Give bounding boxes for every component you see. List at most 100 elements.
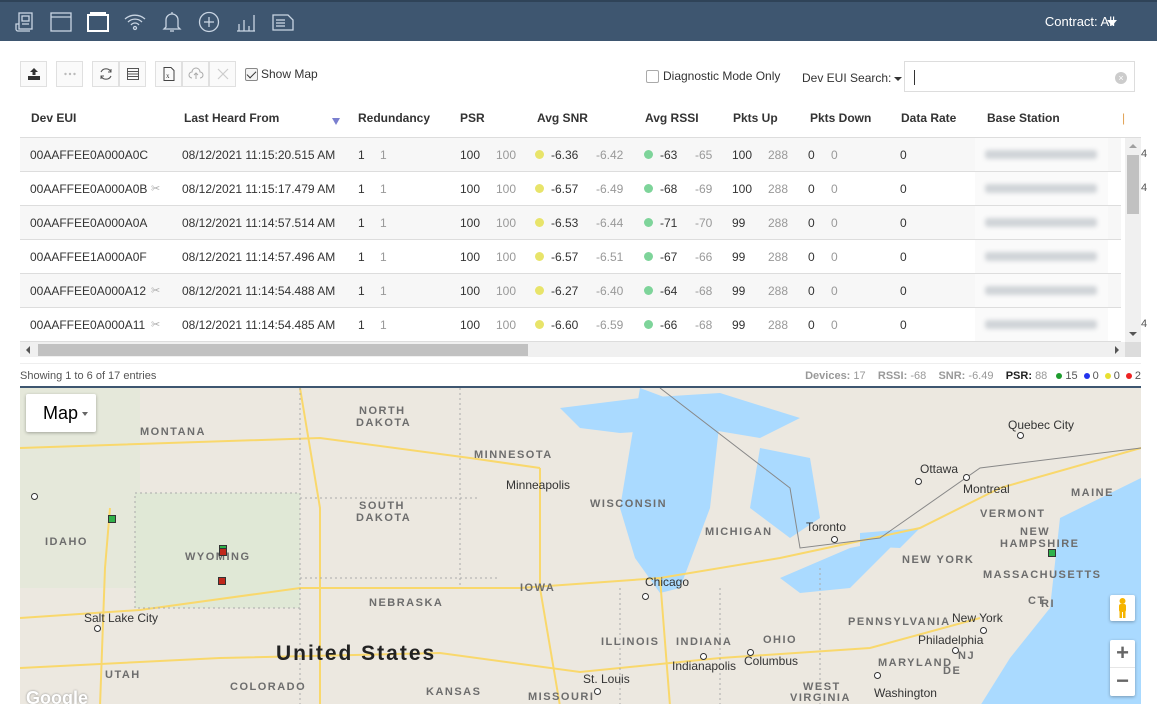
base-station-cell-redacted [975,274,1108,307]
pkts-up-cell: 99 [732,318,746,332]
snr-status-dot [535,184,544,193]
column-avg-rssi[interactable]: Avg RSSI [645,111,699,125]
dev-eui-cell[interactable]: 00AAFFEE1A000A0F [30,250,147,264]
map-type-button[interactable]: Map [26,394,96,432]
tools-button[interactable] [209,61,236,87]
dev-eui-search-input[interactable]: × [904,61,1135,92]
table-row[interactable]: 00AAFFEE0A000A12 ✂ 08/12/2021 11:14:54.488… [20,274,1121,308]
state-label: MONTANA [140,426,206,438]
diagnostic-mode-checkbox[interactable] [646,69,659,83]
dev-eui-cell[interactable]: 00AAFFEE0A000A0A [30,216,147,230]
dev-eui-cell[interactable]: 00AAFFEE0A000A0B [30,182,147,196]
pkts-up-cell: 99 [732,284,746,298]
column-psr[interactable]: PSR [460,111,485,125]
psr-secondary-cell: 100 [496,284,517,298]
map-type-label: Map [43,403,79,423]
horizontal-scrollbar[interactable] [20,342,1125,357]
city-dot [831,536,838,543]
export-excel-button[interactable]: x [155,61,182,87]
column-avg-snr[interactable]: Avg SNR [537,111,588,125]
column-last-heard[interactable]: Last Heard From [184,111,279,125]
vertical-scrollbar[interactable] [1125,138,1141,342]
city-dot [700,653,707,660]
column-data-rate[interactable]: Data Rate [901,111,956,125]
window-icon[interactable] [49,10,73,34]
sort-desc-icon[interactable] [332,118,340,125]
zoom-out-button[interactable]: − [1110,668,1135,696]
table-row[interactable]: 00AAFFEE0A000A0C 08/12/2021 11:15:20.515 … [20,138,1147,172]
add-circle-icon[interactable] [197,10,221,34]
clear-search-icon[interactable]: × [1115,72,1127,84]
document-icon[interactable] [271,10,295,34]
column-base-station[interactable]: Base Station [987,111,1060,125]
bar-chart-icon[interactable] [234,10,258,34]
columns-button[interactable] [119,61,146,87]
device-marker[interactable] [108,515,116,523]
text-cursor [914,70,915,85]
refresh-button[interactable] [92,61,119,87]
street-view-pegman-button[interactable] [1110,595,1135,621]
city-label: Montreal [963,482,1010,496]
more-button[interactable] [56,61,83,87]
table-row[interactable]: 00AAFFEE1A000A0F 08/12/2021 11:14:57.496 … [20,240,1121,274]
zoom-in-button[interactable]: + [1110,640,1135,668]
horizontal-scroll-thumb[interactable] [38,344,528,356]
table-footer: Showing 1 to 6 of 17 entries Devices: 17… [20,363,1141,386]
column-redundancy[interactable]: Redundancy [358,111,430,125]
state-label: OHIO [763,634,798,646]
nav-icons [12,10,295,34]
folder-icon[interactable] [86,10,110,34]
tools-icon[interactable]: ✂ [151,284,160,297]
state-label: IDAHO [45,536,88,548]
tools-icon[interactable]: ✂ [151,182,160,195]
show-map-toggle[interactable]: Show Map [245,67,318,81]
city-label: Minneapolis [506,478,571,492]
dev-eui-cell[interactable]: 00AAFFEE0A000A11 [30,318,145,332]
avg-rssi-cell: -71 [660,216,678,230]
snr-status-dot [535,252,544,261]
status-color-dot [1083,373,1090,380]
state-label: KANSAS [426,686,482,698]
table-row[interactable]: 00AAFFEE0A000A0B ✂ 08/12/2021 11:15:17.479… [20,172,1147,206]
dev-eui-search-label: Dev EUI Search: [802,71,892,85]
scroll-left-icon[interactable] [26,346,30,354]
column-pkts-down[interactable]: Pkts Down [810,111,871,125]
avg-snr-secondary-cell: -6.51 [596,250,624,264]
avg-snr-cell: -6.53 [551,216,579,230]
psr-secondary-cell: 100 [496,148,517,162]
dev-eui-search-dropdown[interactable]: Dev EUI Search: [802,71,903,85]
redundancy-cell: 1 [358,182,365,196]
device-marker[interactable] [219,548,227,556]
scroll-down-icon[interactable] [1129,332,1137,336]
scroll-right-icon[interactable] [1115,346,1119,354]
base-station-cell-redacted [975,138,1108,171]
dev-eui-cell[interactable]: 00AAFFEE0A000A0C [30,148,148,162]
column-pkts-up[interactable]: Pkts Up [733,111,778,125]
contract-dropdown[interactable]: Contract: All [1045,14,1115,29]
table-row[interactable]: 00AAFFEE0A000A0A 08/12/2021 11:14:57.514 … [20,206,1121,240]
rssi-status-dot [644,150,653,159]
show-map-checkbox[interactable] [245,67,258,81]
pkts-up-secondary-cell: 288 [768,182,789,196]
map-view[interactable]: MONTANA NORTH DAKOTA MINNESOTA SOUTH DAKOTA WI… [20,386,1141,704]
column-dev-eui[interactable]: Dev EUI [31,111,76,125]
report-icon[interactable] [12,10,36,34]
diagnostic-mode-toggle[interactable]: Diagnostic Mode Only [646,69,780,83]
bell-icon[interactable] [160,10,184,34]
dev-eui-cell[interactable]: 00AAFFEE0A000A12 [30,284,146,298]
vertical-scroll-thumb[interactable] [1127,155,1139,214]
cloud-upload-button[interactable] [182,61,209,87]
table-row[interactable]: 00AAFFEE0A000A11 ✂ 08/12/2021 11:14:54.485… [20,308,1147,342]
device-marker[interactable] [1048,549,1056,557]
avg-snr-secondary-cell: -6.59 [596,318,624,332]
google-logo[interactable]: Google [26,688,88,704]
scroll-up-icon[interactable] [1129,144,1137,148]
device-marker[interactable] [218,577,226,585]
scrollbar-corner [1125,342,1141,357]
upload-button[interactable] [20,61,47,87]
wifi-icon[interactable] [123,10,147,34]
chevron-down-icon[interactable] [1107,20,1117,26]
tools-icon[interactable]: ✂ [151,318,160,331]
table-icon [126,68,139,80]
last-heard-cell: 08/12/2021 11:14:57.514 AM [182,216,336,230]
